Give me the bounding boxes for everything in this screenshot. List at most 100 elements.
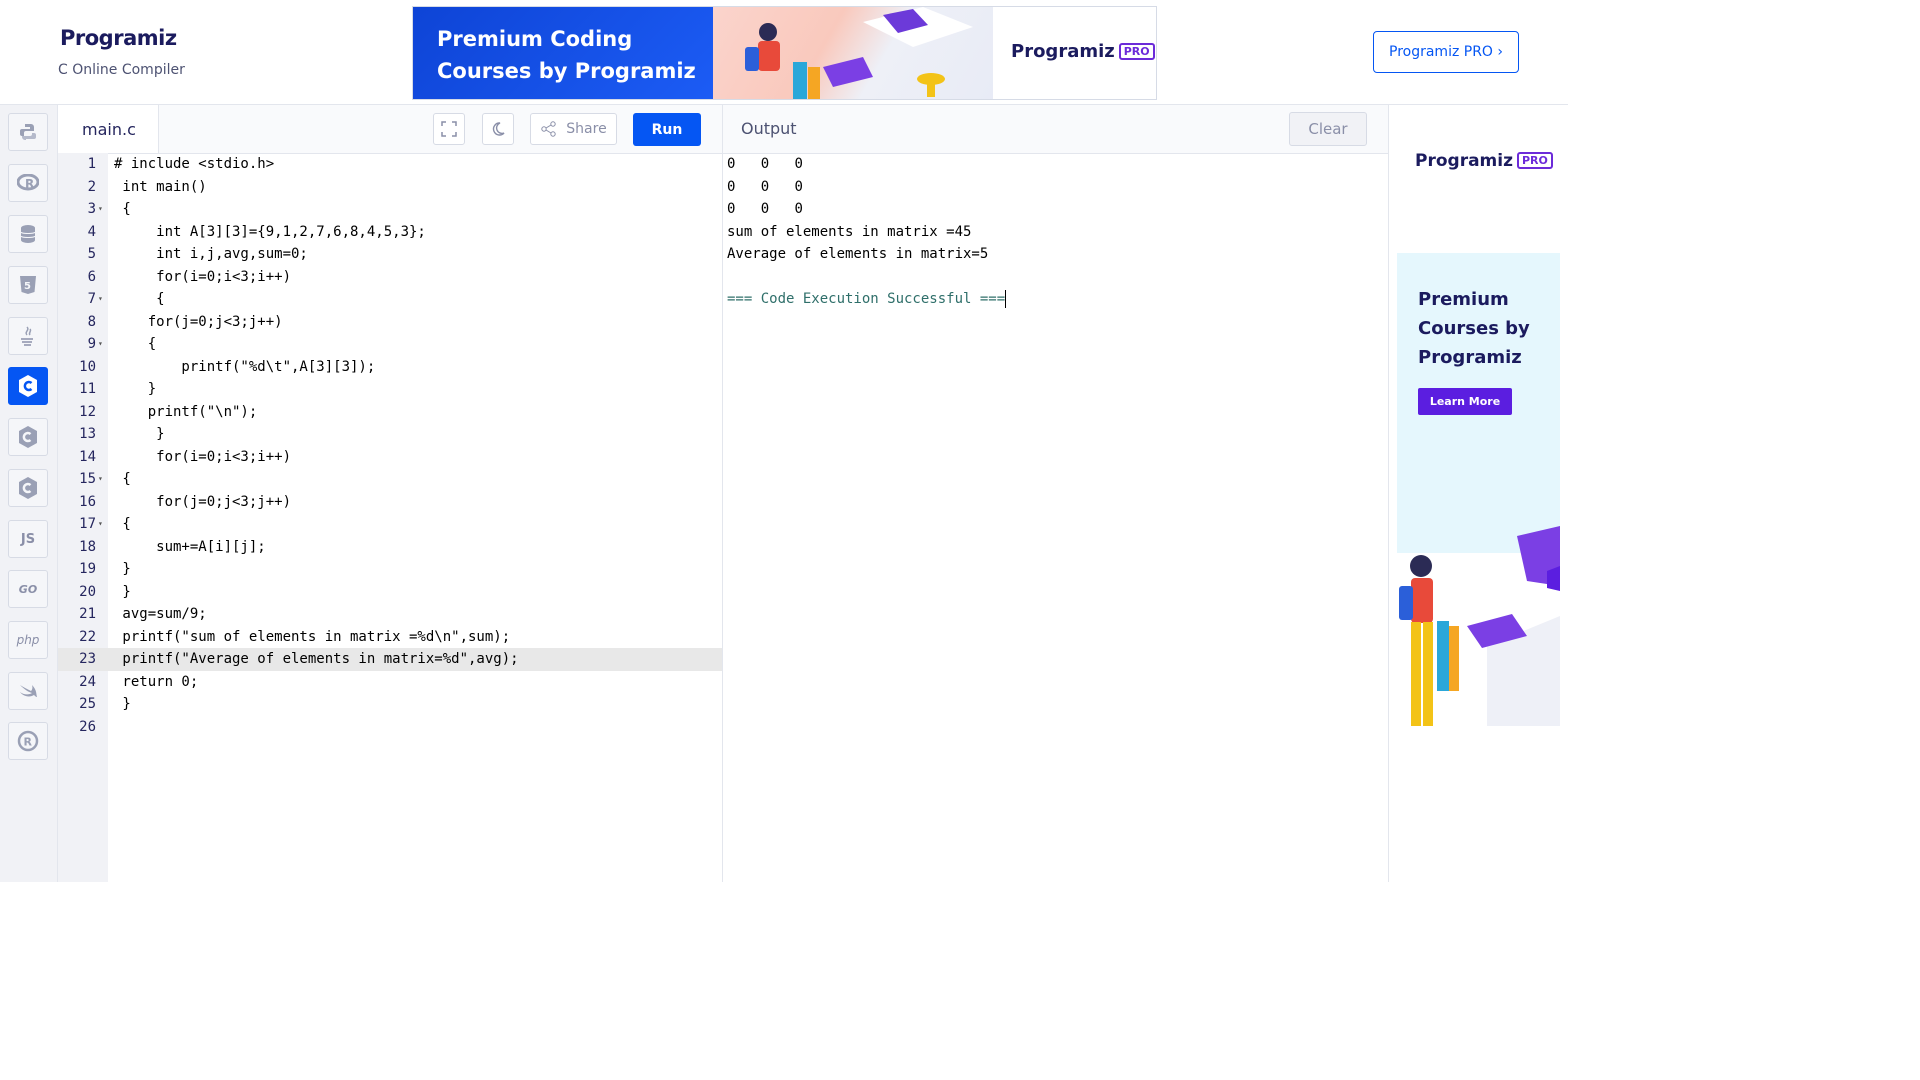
programiz-pro-button[interactable]: Programiz PRO › (1373, 31, 1519, 73)
html5-icon[interactable]: 5 (8, 266, 48, 304)
svg-text:R: R (25, 177, 34, 191)
line-number: 22 (79, 628, 96, 645)
code-line[interactable]: 24 return 0; (58, 671, 722, 694)
output-line: 0 0 0 (727, 178, 803, 195)
share-button[interactable]: Share (530, 113, 617, 145)
code-line[interactable]: 10 printf("%d\t",A[3][3]); (58, 356, 722, 379)
code-line[interactable]: 25 } (58, 693, 722, 716)
line-number: 10 (79, 358, 96, 375)
editor-toolbar: main.c Share Run (58, 105, 722, 154)
programiz-logo[interactable]: Programiz (60, 26, 177, 50)
python-icon[interactable] (8, 113, 48, 151)
banner-pro-tag: PRO (1118, 43, 1155, 60)
ad-divider (1388, 105, 1389, 882)
cpp-icon[interactable] (8, 418, 48, 456)
rust-icon[interactable]: R (8, 722, 48, 760)
clear-button[interactable]: Clear (1289, 112, 1367, 146)
csharp-icon[interactable] (8, 469, 48, 507)
javascript-icon[interactable]: JS (8, 520, 48, 558)
code-text: # include <stdio.h> (114, 156, 275, 172)
line-number: 12 (79, 403, 96, 420)
line-number: 4 (87, 223, 96, 240)
run-button[interactable]: Run (633, 113, 701, 146)
code-line[interactable]: 15 ▾ { (58, 468, 722, 491)
fullscreen-icon[interactable] (433, 113, 465, 145)
line-number: 19 (79, 561, 96, 577)
dark-mode-moon-icon[interactable] (482, 113, 514, 145)
code-line[interactable]: 14 for(i=0;i<3;i++) (58, 446, 722, 469)
code-line[interactable]: 5 int i,j,avg,sum=0; (58, 243, 722, 266)
line-number: 5 (87, 246, 96, 262)
output-toolbar: Output Clear (723, 105, 1388, 154)
code-text: } (114, 583, 131, 600)
code-line[interactable]: 4 int A[3][3]={9,1,2,7,6,8,4,5,3}; (58, 221, 722, 244)
sql-database-icon[interactable] (8, 215, 48, 253)
code-line[interactable]: 22 printf("sum of elements in matrix =%d… (58, 626, 722, 649)
code-text: } (114, 426, 165, 442)
code-line[interactable]: 8 for(j=0;j<3;j++) (58, 311, 722, 334)
line-number: 20 (79, 583, 96, 600)
language-sidebar: R 5 JS GO php R (0, 105, 58, 882)
code-line[interactable]: 2 int main() (58, 176, 722, 199)
file-tab-main-c[interactable]: main.c (58, 105, 159, 153)
code-text: for(i=0;i<3;i++) (114, 448, 292, 465)
ad-headline-2: Courses by (1418, 318, 1530, 339)
top-banner-ad[interactable]: Premium Coding Courses by Programiz Prog… (412, 6, 1157, 100)
line-number: 26 (79, 718, 96, 735)
fold-arrow-icon[interactable]: ▾ (98, 468, 103, 490)
fold-arrow-icon[interactable]: ▾ (98, 288, 103, 310)
code-line[interactable]: 12 printf("\n"); (58, 401, 722, 424)
banner-brand: Programiz PRO (993, 7, 1156, 99)
line-number: 24 (79, 673, 96, 690)
line-number: 8 (87, 313, 96, 330)
code-text: } (114, 561, 131, 577)
panel-divider[interactable] (722, 105, 723, 882)
code-line[interactable]: 7 ▾ { (58, 288, 722, 311)
output-console[interactable]: 0 0 0 0 0 0 0 0 0 sum of elements in matrix… (727, 153, 1377, 311)
code-text: { (114, 336, 157, 352)
code-line[interactable]: 3 ▾ { (58, 198, 722, 221)
fold-arrow-icon[interactable]: ▾ (98, 513, 103, 535)
line-number: 3 (87, 201, 96, 217)
line-number: 21 (79, 606, 96, 622)
php-icon[interactable]: php (8, 621, 48, 659)
side-ad[interactable]: Programiz PRO Premium Courses by Programi… (1397, 113, 1560, 726)
banner-text: Premium Coding Courses by Programiz (413, 7, 713, 99)
code-line[interactable]: 26 (58, 716, 722, 739)
code-line[interactable]: 18 sum+=A[i][j]; (58, 536, 722, 559)
code-line[interactable]: 9 ▾ { (58, 333, 722, 356)
code-line[interactable]: 1 # include <stdio.h> (58, 153, 722, 176)
line-number: 17 (79, 516, 96, 532)
output-line: Average of elements in matrix=5 (727, 246, 989, 262)
code-text: { (114, 516, 131, 532)
code-text: } (114, 381, 157, 397)
learn-more-button[interactable]: Learn More (1418, 388, 1512, 415)
fold-arrow-icon[interactable]: ▾ (98, 333, 103, 355)
fold-arrow-icon[interactable]: ▾ (98, 198, 103, 220)
code-line[interactable]: 19 } (58, 558, 722, 581)
ad-headline: Premium Courses by Programiz (1418, 285, 1530, 372)
code-line[interactable]: 13 } (58, 423, 722, 446)
ad-headline-3: Programiz (1418, 347, 1522, 368)
line-number: 16 (79, 493, 96, 510)
c-language-icon[interactable] (8, 367, 48, 405)
code-line[interactable]: 17 ▾ { (58, 513, 722, 536)
code-line[interactable]: 20 } (58, 581, 722, 604)
header: Programiz C Online Compiler Premium Codi… (0, 0, 1568, 105)
output-line: 0 0 0 (727, 201, 803, 217)
line-number: 9 (87, 336, 96, 352)
code-text: return 0; (114, 673, 199, 690)
banner-line-1: Premium Coding (437, 27, 633, 51)
code-line[interactable]: 6 for(i=0;i<3;i++) (58, 266, 722, 289)
code-line[interactable]: 11 } (58, 378, 722, 401)
code-editor[interactable]: 1 # include <stdio.h> 2 int main() 3 ▾ {4 in… (58, 153, 722, 882)
code-line[interactable]: 16 for(j=0;j<3;j++) (58, 491, 722, 514)
code-line[interactable]: 23 printf("Average of elements in matrix… (58, 648, 722, 671)
code-text: { (114, 291, 165, 307)
ad-pro-tag: PRO (1516, 152, 1553, 169)
r-language-icon[interactable]: R (8, 164, 48, 202)
java-icon[interactable] (8, 317, 48, 355)
go-icon[interactable]: GO (8, 570, 48, 608)
code-line[interactable]: 21 avg=sum/9; (58, 603, 722, 626)
swift-icon[interactable] (8, 672, 48, 710)
